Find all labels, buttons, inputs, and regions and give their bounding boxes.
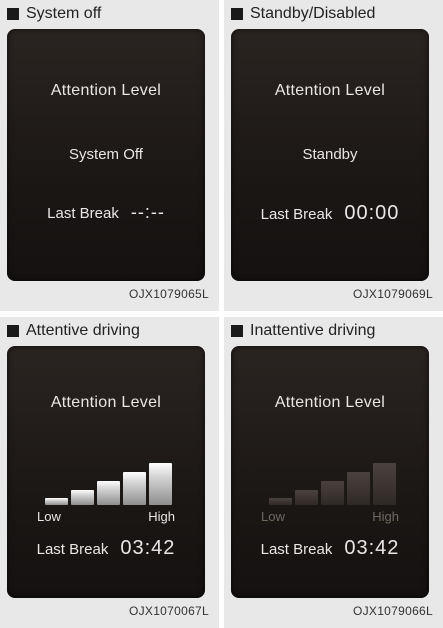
attention-scale: Low High [261,509,399,524]
panel-header-label: Inattentive driving [250,322,376,339]
scale-low-label: Low [37,509,61,524]
last-break-label: Last Break [260,541,333,558]
panel-header: Inattentive driving [231,320,375,342]
attention-bar-3 [321,481,344,505]
attention-bar-4 [123,472,146,505]
last-break-value: --:-- [130,202,165,222]
panel-header-label: Attentive driving [26,322,140,339]
panel-header: Standby/Disabled [231,3,375,25]
scale-high-label: High [372,509,399,524]
square-bullet-icon [7,8,19,20]
attention-bar-5 [149,463,172,505]
panel-header-label: Standby/Disabled [250,5,376,22]
attention-bar-2 [71,490,94,505]
panel-system-off: System off Attention Level System Off La… [0,0,219,311]
attention-bar-3 [97,481,120,505]
attention-bar-2 [295,490,318,505]
scale-high-label: High [148,509,175,524]
panel-standby-disabled: Standby/Disabled Attention Level Standby… [224,0,443,311]
attention-level-title: Attention Level [50,82,162,99]
attention-level-title: Attention Level [274,82,386,99]
square-bullet-icon [7,325,19,337]
panel-header: Attentive driving [7,320,140,342]
last-break-value: 03:42 [344,537,400,559]
scale-low-label: Low [261,509,285,524]
last-break-label: Last Break [47,205,119,222]
system-status: Standby [302,146,358,163]
system-status: System Off [69,146,143,163]
panel-inattentive-driving: Inattentive driving Attention Level Low … [224,317,443,628]
figure-code: OJX1079065L [128,287,209,301]
last-break-row: Last Break 03:42 [7,537,205,560]
figure-code: OJX1079066L [352,604,433,618]
attention-bar-1 [45,498,68,505]
attention-level-bars [45,459,173,505]
figure-code: OJX1070067L [128,604,209,618]
last-break-value: 00:00 [344,202,400,224]
square-bullet-icon [231,325,243,337]
last-break-row: Last Break --:-- [7,202,205,223]
attention-scale: Low High [37,509,175,524]
last-break-label: Last Break [36,541,109,558]
cluster-display: Attention Level Low High Last Break 03:4… [231,346,429,598]
attention-bar-4 [347,472,370,505]
panel-attentive-driving: Attentive driving Attention Level Low Hi… [0,317,219,628]
last-break-row: Last Break 00:00 [231,202,429,225]
last-break-value: 03:42 [120,537,176,559]
attention-level-title: Attention Level [274,394,386,411]
panel-header-label: System off [26,5,102,22]
square-bullet-icon [231,8,243,20]
figure-code: OJX1079069L [352,287,433,301]
attention-level-bars [269,459,397,505]
last-break-label: Last Break [260,206,333,223]
cluster-display: Attention Level System Off Last Break --… [7,29,205,281]
attention-bar-5 [373,463,396,505]
attention-bar-1 [269,498,292,505]
attention-level-title: Attention Level [50,394,162,411]
panel-header: System off [7,3,101,25]
cluster-display: Attention Level Standby Last Break 00:00 [231,29,429,281]
last-break-row: Last Break 03:42 [231,537,429,560]
cluster-display: Attention Level Low High Last Break 03:4… [7,346,205,598]
